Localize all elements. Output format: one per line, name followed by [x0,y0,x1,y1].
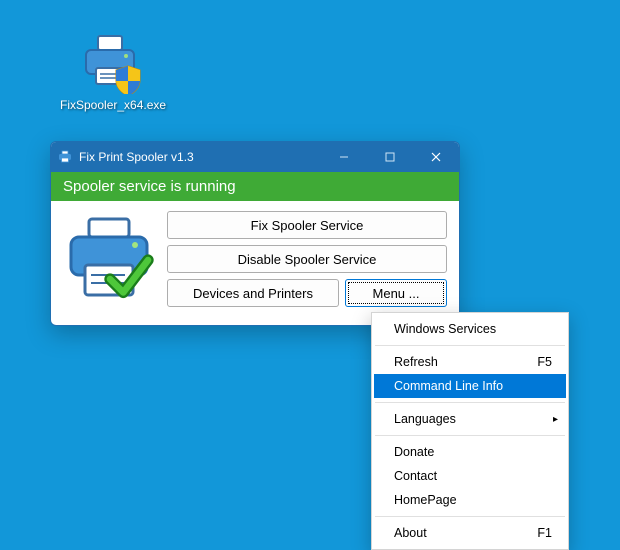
menu-item-languages[interactable]: Languages ▸ [374,407,566,431]
desktop-shortcut-label: FixSpooler_x64.exe [60,98,160,112]
app-icon [57,149,73,165]
menu-item-shortcut: F5 [537,355,552,369]
menu-item-label: Refresh [394,355,438,369]
desktop-shortcut[interactable]: FixSpooler_x64.exe [60,30,160,112]
menu-item-label: Donate [394,445,434,459]
menu-item-contact[interactable]: Contact [374,464,566,488]
menu-item-label: Windows Services [394,322,496,336]
titlebar[interactable]: Fix Print Spooler v1.3 [51,142,459,172]
close-button[interactable] [413,142,459,172]
app-window: Fix Print Spooler v1.3 Spooler service i… [50,141,460,326]
menu-button-label: Menu ... [373,286,420,301]
menu-item-label: HomePage [394,493,457,507]
menu-separator [375,435,565,436]
window-body: Fix Spooler Service Disable Spooler Serv… [51,201,459,325]
fix-spooler-button[interactable]: Fix Spooler Service [167,211,447,239]
disable-spooler-label: Disable Spooler Service [238,252,377,267]
disable-spooler-button[interactable]: Disable Spooler Service [167,245,447,273]
chevron-right-icon: ▸ [553,414,558,425]
menu-item-windows-services[interactable]: Windows Services [374,317,566,341]
menu-item-about[interactable]: About F1 [374,521,566,545]
menu-item-label: Languages [394,412,456,426]
menu-item-refresh[interactable]: Refresh F5 [374,350,566,374]
menu-separator [375,516,565,517]
menu-item-command-line-info[interactable]: Command Line Info [374,374,566,398]
minimize-button[interactable] [321,142,367,172]
menu-item-homepage[interactable]: HomePage [374,488,566,512]
devices-printers-button[interactable]: Devices and Printers [167,279,339,307]
devices-printers-label: Devices and Printers [193,286,313,301]
menu-button[interactable]: Menu ... [345,279,447,307]
status-text: Spooler service is running [63,178,236,195]
menu-item-label: Contact [394,469,437,483]
menu-item-shortcut: F1 [537,526,552,540]
menu-separator [375,345,565,346]
window-title: Fix Print Spooler v1.3 [79,150,321,164]
menu-item-label: Command Line Info [394,379,503,393]
menu-item-label: About [394,526,427,540]
status-bar: Spooler service is running [51,172,459,201]
fix-spooler-label: Fix Spooler Service [251,218,364,233]
menu-item-donate[interactable]: Donate [374,440,566,464]
maximize-button[interactable] [367,142,413,172]
buttons-column: Fix Spooler Service Disable Spooler Serv… [167,211,447,311]
printer-shield-icon [78,30,142,94]
context-menu: Windows Services Refresh F5 Command Line In… [371,312,569,550]
printer-ok-icon [59,211,159,311]
menu-separator [375,402,565,403]
